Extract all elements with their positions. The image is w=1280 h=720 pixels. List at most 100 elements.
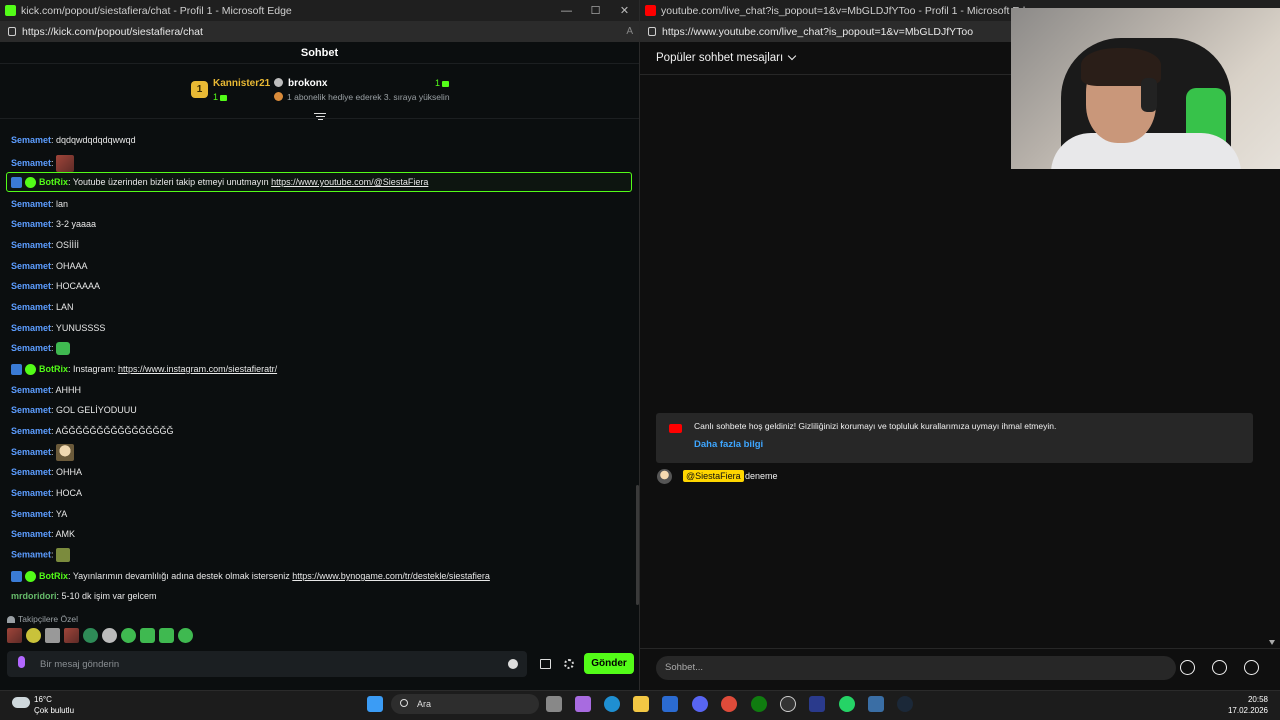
emote-icon[interactable] xyxy=(26,628,41,643)
chat-username[interactable]: Semamet xyxy=(11,219,51,229)
chat-username[interactable]: Semamet xyxy=(11,529,51,539)
second-gifter-name[interactable]: brokonx xyxy=(288,78,327,89)
avatar[interactable] xyxy=(657,469,672,484)
emote-icon[interactable] xyxy=(121,628,136,643)
chat-username[interactable]: Semamet xyxy=(11,302,51,312)
clock[interactable]: 20:58 17.02.2026 xyxy=(1228,694,1268,716)
kick-url[interactable]: https://kick.com/popout/siestafiera/chat xyxy=(22,26,626,38)
emote-icon[interactable] xyxy=(7,628,22,643)
weather-widget[interactable]: 16°C Çok bulutlu xyxy=(34,694,74,716)
chat-mode-label[interactable]: Popüler sohbet mesajları xyxy=(656,52,783,64)
app-icon[interactable] xyxy=(809,696,825,712)
emote-icon[interactable] xyxy=(178,628,193,643)
store-icon[interactable] xyxy=(540,659,551,669)
chat-message: BotRix: Youtube üzerinden bizleri takip … xyxy=(11,177,428,189)
chat-username[interactable]: Semamet xyxy=(11,385,51,395)
chat-username[interactable]: Semamet xyxy=(11,158,51,168)
chat-text: : OHAAA xyxy=(51,261,88,271)
chat-username[interactable]: Semamet xyxy=(11,281,51,291)
mic-icon[interactable] xyxy=(18,656,25,668)
add-icon[interactable] xyxy=(1212,660,1227,675)
chat-username[interactable]: Semamet xyxy=(11,240,51,250)
send-button[interactable]: Gönder xyxy=(584,653,634,674)
youtube-favicon-icon xyxy=(645,5,656,16)
game-icon[interactable] xyxy=(780,696,796,712)
chat-username[interactable]: BotRix xyxy=(39,177,68,187)
chat-author-badge[interactable]: @SiestaFiera xyxy=(683,470,744,482)
chat-username[interactable]: Semamet xyxy=(11,261,51,271)
chat-username[interactable]: Semamet xyxy=(11,323,51,333)
youtube-chat-input[interactable] xyxy=(656,656,1176,680)
windows-start-icon[interactable] xyxy=(367,696,383,712)
emote-icon[interactable] xyxy=(45,628,60,643)
kick-window: kick.com/popout/siestafiera/chat - Profi… xyxy=(0,0,640,690)
chat-text: : 3-2 yaaaa xyxy=(51,219,97,229)
chat-username[interactable]: Semamet xyxy=(11,135,51,145)
kick-address-bar[interactable]: https://kick.com/popout/siestafiera/chat… xyxy=(0,21,639,42)
chat-link[interactable]: https://www.youtube.com/@SiestaFiera xyxy=(271,177,428,187)
emote-icon[interactable] xyxy=(102,628,117,643)
gear-icon[interactable] xyxy=(564,659,574,669)
chat-link[interactable]: https://www.instagram.com/siestafieratr/ xyxy=(118,364,277,374)
webcam-shirt xyxy=(1051,133,1241,169)
emote-icon[interactable] xyxy=(64,628,79,643)
chat-message: BotRix: Instagram: https://www.instagram… xyxy=(11,364,277,376)
kick-titlebar: kick.com/popout/siestafiera/chat - Profi… xyxy=(0,0,639,21)
chat-username[interactable]: Semamet xyxy=(11,549,51,559)
chat-username[interactable]: Semamet xyxy=(11,467,51,477)
kick-window-title: kick.com/popout/siestafiera/chat - Profi… xyxy=(21,4,292,17)
chat-message: BotRix: Yayınlarımın devamlılığı adına d… xyxy=(11,571,490,583)
maximize-button[interactable]: ☐ xyxy=(581,4,610,17)
chat-username[interactable]: Semamet xyxy=(11,426,51,436)
store-icon[interactable] xyxy=(662,696,678,712)
lock-icon xyxy=(8,27,16,36)
emote-icon[interactable] xyxy=(159,628,174,643)
chat-message: Semamet: YA xyxy=(11,509,67,519)
xbox-icon[interactable] xyxy=(751,696,767,712)
chat-username[interactable]: Semamet xyxy=(11,405,51,415)
app-icon[interactable] xyxy=(868,696,884,712)
scroll-down-icon[interactable] xyxy=(1269,640,1275,645)
copilot-icon[interactable] xyxy=(575,696,591,712)
cloud-icon[interactable] xyxy=(12,697,30,708)
chat-scrollbar[interactable] xyxy=(636,485,639,605)
file-explorer-icon[interactable] xyxy=(633,696,649,712)
heart-icon[interactable] xyxy=(1244,660,1259,675)
emote-icon[interactable] xyxy=(140,628,155,643)
youtube-chat-placeholder[interactable]: Sohbet... xyxy=(665,662,703,673)
chat-text: : Youtube üzerinden bizleri takip etmeyi… xyxy=(68,177,272,187)
chat-link[interactable]: https://www.bynogame.com/tr/destekle/sie… xyxy=(292,571,490,581)
steam-icon[interactable] xyxy=(897,696,913,712)
learn-more-link[interactable]: Daha fazla bilgi xyxy=(694,439,763,450)
discord-icon[interactable] xyxy=(692,696,708,712)
task-view-icon[interactable] xyxy=(546,696,562,712)
chrome-icon[interactable] xyxy=(721,696,737,712)
chat-username[interactable]: Semamet xyxy=(11,488,51,498)
edge-icon[interactable] xyxy=(604,696,620,712)
emoji-icon[interactable] xyxy=(508,659,518,669)
verified-icon xyxy=(25,571,36,583)
search-label[interactable]: Ara xyxy=(417,699,431,709)
chat-username[interactable]: mrdoridori xyxy=(11,591,57,601)
chat-username[interactable]: BotRix xyxy=(39,571,68,581)
minimize-button[interactable]: — xyxy=(552,5,581,17)
search-input[interactable] xyxy=(391,694,539,714)
search-icon[interactable] xyxy=(400,699,408,707)
message-placeholder[interactable]: Bir mesaj gönderin xyxy=(40,659,119,670)
chat-username[interactable]: Semamet xyxy=(11,509,51,519)
whatsapp-icon[interactable] xyxy=(839,696,855,712)
emoji-icon[interactable] xyxy=(1180,660,1195,675)
bot-badge-icon xyxy=(11,364,22,376)
chat-username[interactable]: Semamet xyxy=(11,343,51,353)
close-button[interactable]: ✕ xyxy=(610,4,639,17)
chat-text: : AMK xyxy=(51,529,76,539)
chat-text: deneme xyxy=(745,471,778,481)
chat-username[interactable]: BotRix xyxy=(39,364,68,374)
emote-icon[interactable] xyxy=(83,628,98,643)
chat-message: Semamet: xyxy=(11,342,71,355)
read-aloud-icon[interactable]: A xyxy=(626,26,633,37)
chat-username[interactable]: Semamet xyxy=(11,199,51,209)
chevron-down-icon[interactable] xyxy=(787,51,797,61)
top-gifter-name[interactable]: Kannister21 xyxy=(213,78,270,89)
chat-username[interactable]: Semamet xyxy=(11,447,51,457)
